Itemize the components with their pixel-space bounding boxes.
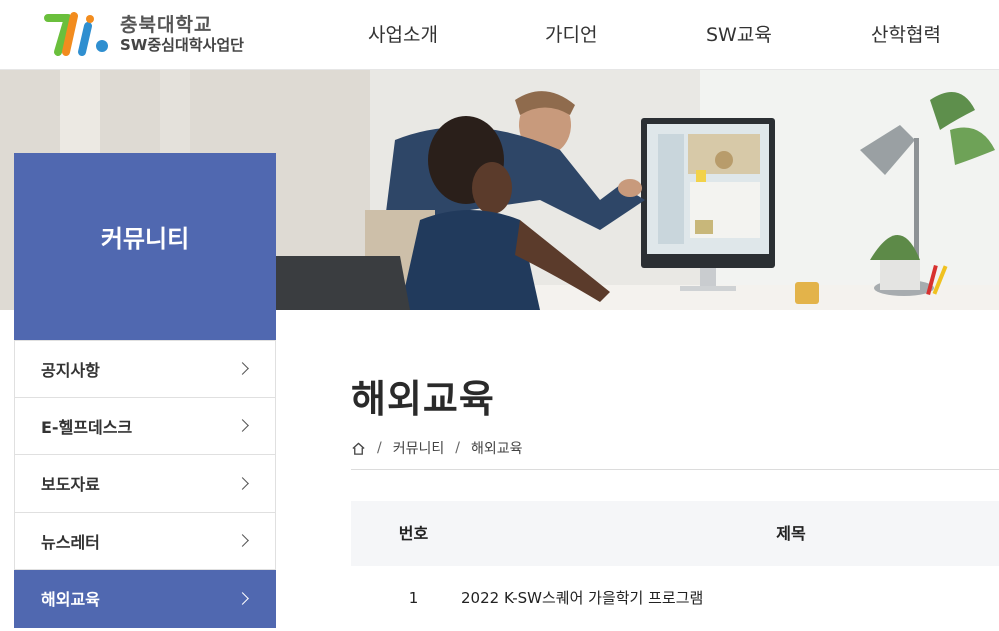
chevron-right-icon	[236, 476, 249, 490]
chevron-right-icon	[236, 591, 249, 605]
nav-item-industry[interactable]: 산학협력	[871, 20, 941, 47]
column-header-title: 제목	[776, 524, 806, 543]
side-menu-item-overseas-education[interactable]: 해외교육	[14, 570, 276, 628]
side-menu-item-label: 공지사항	[41, 360, 100, 380]
chevron-right-icon	[236, 534, 249, 548]
logo-subtitle: SW중심대학사업단	[120, 36, 244, 55]
breadcrumb-item-community[interactable]: 커뮤니티	[393, 438, 445, 458]
home-icon[interactable]	[351, 441, 366, 456]
nav-item-about[interactable]: 사업소개	[368, 20, 438, 47]
nav-item-guardian[interactable]: 가디언	[545, 20, 597, 47]
nav-item-sw-education[interactable]: SW교육	[706, 20, 772, 47]
side-menu-item-helpdesk[interactable]: E-헬프데스크	[14, 397, 276, 455]
table-row[interactable]: 1 2022 K-SW스퀘어 가을학기 프로그램	[351, 566, 999, 631]
logo-mark-icon	[44, 12, 108, 56]
breadcrumb: / 커뮤니티 / 해외교육	[351, 437, 523, 459]
breadcrumb-separator: /	[455, 440, 460, 456]
side-section-title-panel: 커뮤니티	[14, 153, 276, 340]
side-menu: 공지사항 E-헬프데스크 보도자료 뉴스레터 해외교육	[14, 340, 276, 628]
side-menu-item-label: 해외교육	[41, 590, 100, 610]
site-header: 충북대학교 SW중심대학사업단 사업소개 가디언 SW교육 산학협력	[0, 0, 999, 70]
side-menu-item-newsletter[interactable]: 뉴스레터	[14, 512, 276, 570]
side-menu-item-label: 뉴스레터	[41, 532, 100, 552]
page-title: 해외교육	[351, 377, 495, 421]
breadcrumb-item-current[interactable]: 해외교육	[471, 438, 523, 458]
side-menu-item-label: 보도자료	[41, 475, 100, 495]
side-menu-item-label: E-헬프데스크	[41, 417, 133, 437]
side-menu-item-press[interactable]: 보도자료	[14, 455, 276, 513]
chevron-right-icon	[236, 362, 249, 376]
breadcrumb-separator: /	[377, 440, 382, 456]
side-section-title: 커뮤니티	[100, 225, 190, 253]
site-logo[interactable]: 충북대학교 SW중심대학사업단	[44, 8, 244, 62]
column-header-number: 번호	[398, 524, 429, 543]
content-divider	[351, 469, 999, 470]
row-title-link[interactable]: 2022 K-SW스퀘어 가을학기 프로그램	[461, 566, 703, 631]
row-number: 1	[408, 589, 419, 607]
logo-title: 충북대학교	[120, 14, 213, 37]
table-header-row: 번호 제목	[351, 501, 999, 566]
chevron-right-icon	[236, 419, 249, 433]
side-menu-item-notice[interactable]: 공지사항	[14, 340, 276, 398]
